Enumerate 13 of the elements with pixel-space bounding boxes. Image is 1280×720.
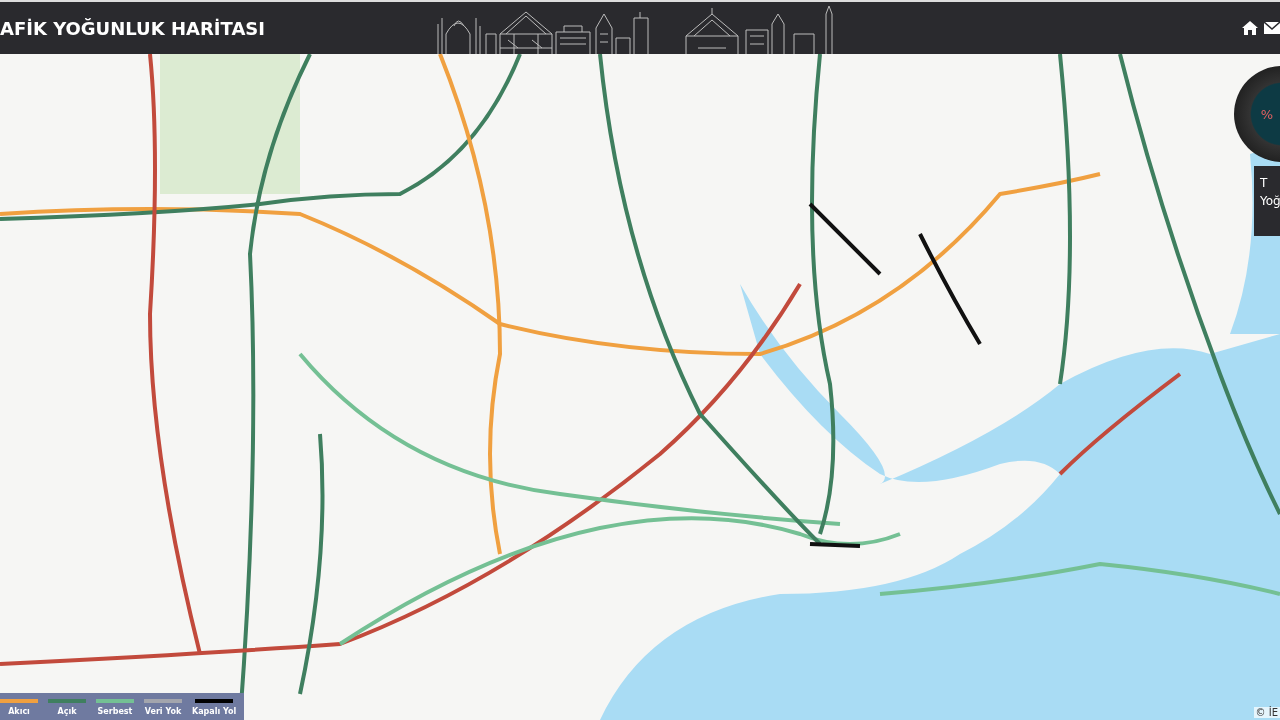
attribution-text: © İE (1253, 707, 1280, 718)
legend-label: Açık (57, 707, 77, 716)
traffic-map-drawing[interactable] (0, 54, 1280, 720)
mail-icon[interactable] (1264, 22, 1280, 34)
gauge-panel-text: Yoğ (1260, 193, 1280, 210)
gauge-panel-text: T (1260, 175, 1269, 192)
legend-label: Akıcı (8, 707, 30, 716)
legend-label: Serbest (97, 707, 133, 716)
legend-label: Veri Yok (144, 707, 182, 716)
page-title: AFİK YOĞUNLUK HARİTASI (0, 17, 265, 39)
gauge-symbol: % (1260, 106, 1274, 122)
legend-label: Kapalı Yol (192, 707, 237, 716)
home-icon[interactable] (1242, 21, 1258, 35)
